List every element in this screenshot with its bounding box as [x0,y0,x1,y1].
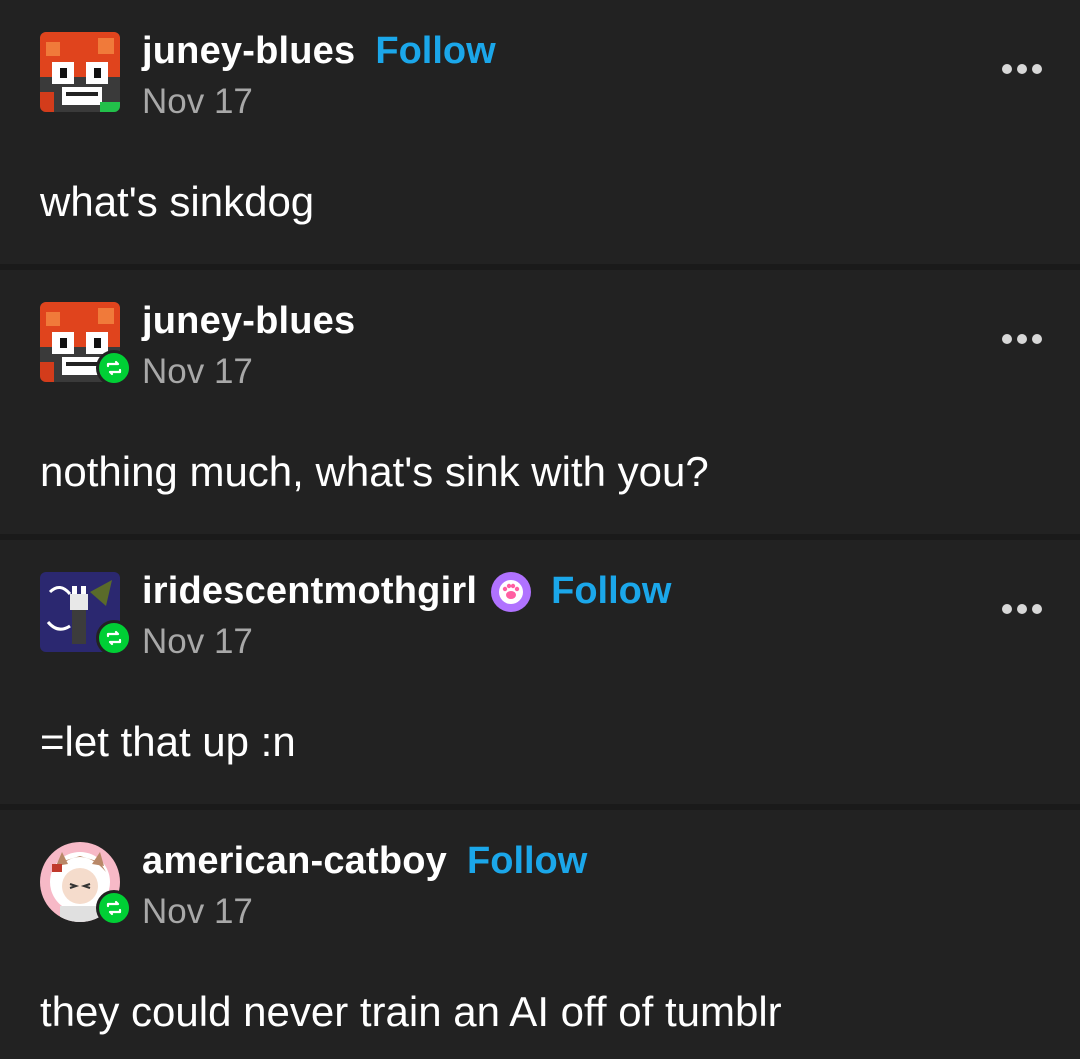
post-header: american-catboy Follow [142,840,587,883]
post-date[interactable]: Nov 17 [142,892,253,932]
username[interactable]: iridescentmothgirl [142,570,477,613]
post: american-catboy Follow Nov 17 they could… [0,810,1080,1051]
avatar[interactable] [40,302,132,386]
username[interactable]: juney-blues [142,30,355,73]
more-options-icon[interactable] [1002,604,1042,614]
follow-button[interactable]: Follow [375,30,495,73]
username[interactable]: american-catboy [142,840,447,883]
reblog-icon [96,350,132,386]
reblog-icon [96,620,132,656]
post: juney-blues Follow Nov 17 what's sinkdog [0,0,1080,270]
avatar[interactable] [40,32,120,112]
post-text: =let that up :n [40,718,296,765]
post: iridescentmothgirl Follow Nov 17 =let th… [0,540,1080,810]
post-text: what's sinkdog [40,178,315,225]
more-options-icon[interactable] [1002,334,1042,344]
post-date[interactable]: Nov 17 [142,82,253,122]
avatar[interactable] [40,842,132,926]
post-date[interactable]: Nov 17 [142,622,253,662]
post-header: iridescentmothgirl Follow [142,570,671,613]
paw-badge-icon[interactable] [491,571,532,612]
post-feed: juney-blues Follow Nov 17 what's sinkdog [0,0,1080,1051]
reblog-icon [96,890,132,926]
post-text: nothing much, what's sink with you? [40,448,709,495]
follow-button[interactable]: Follow [551,570,671,613]
more-options-icon[interactable] [1002,64,1042,74]
post-header: juney-blues Follow [142,30,496,73]
avatar[interactable] [40,572,132,656]
juney-avatar-image [40,32,120,112]
post-text: they could never train an AI off of tumb… [40,988,782,1035]
follow-button[interactable]: Follow [467,840,587,883]
post: juney-blues Nov 17 nothing much, what's … [0,270,1080,540]
post-header: juney-blues [142,300,355,343]
post-date[interactable]: Nov 17 [142,352,253,392]
username[interactable]: juney-blues [142,300,355,343]
